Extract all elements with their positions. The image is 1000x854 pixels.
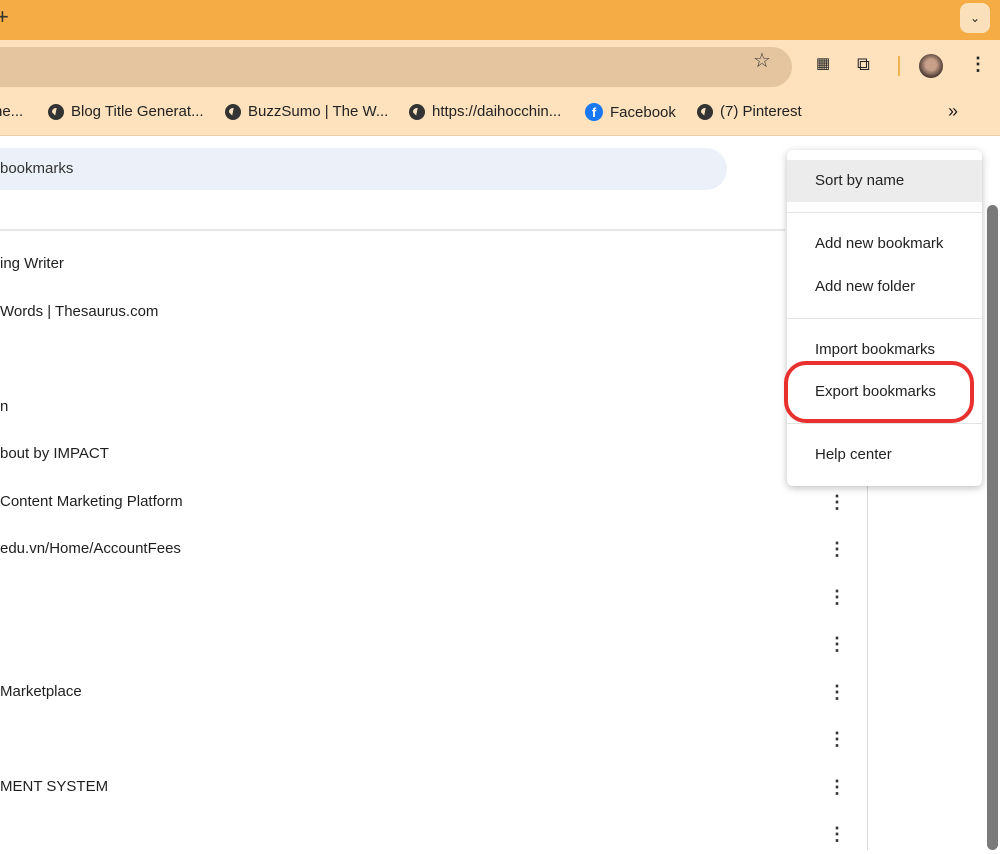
bookmark-row[interactable]: Marketplace ⋮ [0,672,860,712]
menu-separator [787,423,982,424]
bookmark-title: ing Writer [0,244,64,284]
bookmark-row[interactable]: n⋮ [0,387,860,427]
profile-avatar[interactable] [919,54,943,78]
bookmark-label: Blog Title Generat... [71,103,204,120]
bookmark-row[interactable]: ⋮ [0,814,860,854]
highlight-annotation [784,361,974,423]
divider [898,56,900,76]
globe-icon [697,104,713,120]
more-actions-icon[interactable]: ⋮ [828,482,842,522]
bookmark-label: Facebook [610,104,676,121]
globe-icon [48,104,64,120]
facebook-icon: f [585,103,603,121]
more-actions-icon[interactable]: ⋮ [828,719,842,759]
bookmark-label: BuzzSumo | The W... [248,103,388,120]
bookmark-title: MENT SYSTEM [0,767,108,807]
bookmark-bar-item[interactable]: BuzzSumo | The W... [225,103,388,120]
more-actions-icon[interactable]: ⋮ [828,529,842,569]
bookmark-star-icon[interactable]: ☆ [753,48,771,73]
bookmark-title: n [0,387,8,427]
qr-code-icon[interactable]: ▦ [816,54,830,72]
bookmark-row[interactable]: bout by IMPACT⋮ [0,434,860,474]
scrollbar[interactable] [987,205,998,850]
extensions-icon[interactable]: ⧉ [857,54,870,75]
bookmark-label: he... [0,103,23,120]
more-bookmarks-chevron-icon[interactable]: » [948,101,958,122]
address-bar[interactable] [0,47,792,87]
bookmark-title: edu.vn/Home/AccountFees [0,529,181,569]
bookmark-row[interactable]: Content Marketing Platform ⋮ [0,482,860,522]
new-tab-button[interactable]: + [0,4,9,30]
organize-menu: Sort by name Add new bookmark Add new fo… [787,150,982,486]
bookmark-label: https://daihocchin... [432,103,561,120]
search-bookmarks-input[interactable]: bookmarks [0,148,727,190]
tab-search-button[interactable]: ⌄ [960,3,990,33]
bookmark-title: Words | Thesaurus.com [0,292,158,332]
bookmark-title: Content Marketing Platform [0,482,183,522]
bookmark-row[interactable]: MENT SYSTEM ⋮ [0,767,860,807]
more-actions-icon[interactable]: ⋮ [828,814,842,854]
bookmark-title: Marketplace [0,672,82,712]
bookmark-label: (7) Pinterest [720,103,802,120]
tab-strip: + ⌄ [0,0,1000,40]
bookmark-row[interactable]: ⋮ [0,577,860,617]
bookmark-row[interactable]: ing Writer⋮ [0,244,860,284]
toolbar: ☆ ▦ ⧉ ⋮ [0,40,1000,92]
more-actions-icon[interactable]: ⋮ [828,767,842,807]
bookmark-row[interactable]: ⋮ [0,719,860,759]
menu-separator [787,212,982,213]
globe-icon [225,104,241,120]
bookmark-title: bout by IMPACT [0,434,109,474]
more-actions-icon[interactable]: ⋮ [828,672,842,712]
globe-icon [409,104,425,120]
bookmark-bar-item[interactable]: (7) Pinterest [697,103,802,120]
bookmark-row[interactable]: Words | Thesaurus.com⋮ [0,292,860,332]
bookmark-bar-item[interactable]: he... [0,103,23,120]
bookmark-row[interactable]: edu.vn/Home/AccountFees ⋮ [0,529,860,569]
more-actions-icon[interactable]: ⋮ [828,624,842,664]
bookmark-row[interactable]: ⋮ [0,624,860,664]
menu-separator [787,318,982,319]
chrome-menu-icon[interactable]: ⋮ [969,54,987,75]
divider [0,229,785,231]
menu-item-sort-by-name[interactable]: Sort by name [787,160,982,202]
bookmark-bar-item[interactable]: f Facebook [585,103,676,121]
menu-item-add-folder[interactable]: Add new folder [787,266,982,308]
bookmark-row[interactable]: ⋮ [0,339,860,379]
bookmark-bar-item[interactable]: Blog Title Generat... [48,103,204,120]
bookmark-bar-item[interactable]: https://daihocchin... [409,103,561,120]
more-actions-icon[interactable]: ⋮ [828,577,842,617]
menu-item-add-bookmark[interactable]: Add new bookmark [787,223,982,265]
menu-item-help-center[interactable]: Help center [787,434,982,476]
bookmarks-bar: he... Blog Title Generat... BuzzSumo | T… [0,92,1000,136]
